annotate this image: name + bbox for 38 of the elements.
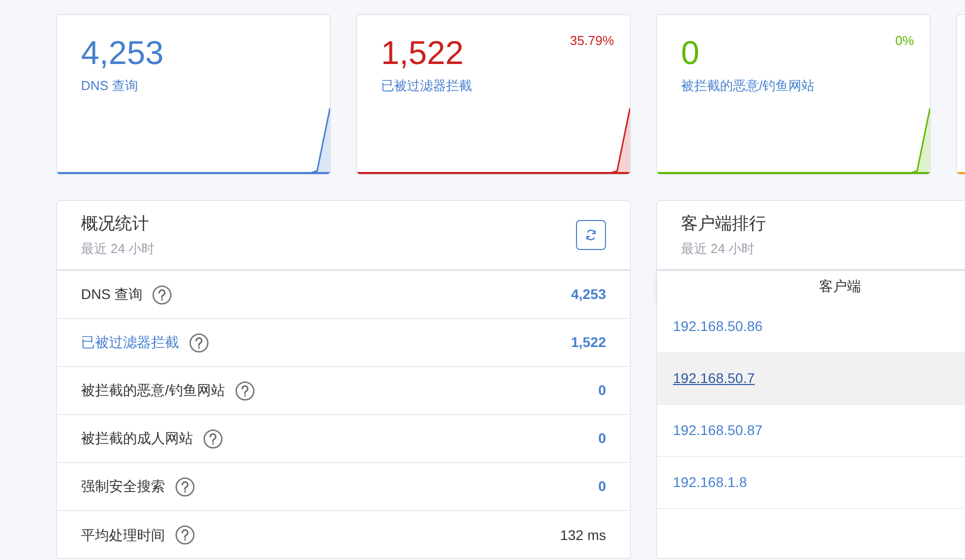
panel-title: 客户端排行 — [681, 213, 767, 235]
percent-label: 35.79% — [570, 32, 614, 50]
help-icon[interactable] — [175, 476, 195, 496]
stat-row-label: DNS 查询 — [81, 285, 142, 304]
stat-row-value: 0 — [598, 429, 606, 448]
client-row[interactable]: 192.168.50.7 — [657, 353, 965, 405]
stat-row-value: 1,522 — [570, 333, 606, 352]
stat-value: 4,253 — [81, 33, 164, 73]
stat-row-label: 平均处理时间 — [81, 526, 165, 544]
stat-row-label: 强制安全搜索 — [81, 477, 165, 496]
stat-row-value: 0 — [598, 381, 606, 400]
help-icon[interactable] — [234, 380, 255, 400]
client-link[interactable]: 192.168.1.8 — [673, 472, 747, 493]
stat-row-label: 被拦截的成人网站 — [81, 429, 193, 448]
panel-subtitle: 最近 24 小时 — [681, 240, 756, 258]
percent-label: 0% — [895, 32, 914, 50]
column-header: 客户端 — [657, 271, 965, 301]
stat-row-label: 被拦截的恶意/钓鱼网站 — [81, 381, 225, 400]
client-link[interactable]: 192.168.50.86 — [673, 316, 763, 337]
stat-label: 已被过滤器拦截 — [381, 77, 472, 95]
client-link[interactable]: 192.168.50.7 — [673, 368, 755, 389]
refresh-button[interactable] — [576, 220, 606, 250]
panel-subtitle: 最近 24 小时 — [81, 240, 155, 258]
help-icon[interactable] — [152, 284, 172, 304]
stat-value: 0 — [681, 33, 700, 73]
stat-row-value: 0 — [598, 477, 606, 496]
help-icon[interactable] — [189, 332, 209, 352]
stat-label: 被拦截的恶意/钓鱼网站 — [681, 77, 815, 95]
stat-row-value: 4,253 — [570, 285, 606, 304]
help-icon[interactable] — [175, 525, 195, 545]
stat-value: 1,522 — [381, 33, 464, 73]
panel-title: 概况统计 — [81, 213, 150, 235]
stat-row-value: 132 ms — [560, 526, 606, 544]
refresh-icon — [585, 229, 597, 241]
client-link[interactable]: 192.168.50.87 — [673, 420, 763, 441]
help-icon[interactable] — [203, 428, 223, 448]
stat-row-label[interactable]: 已被过滤器拦截 — [81, 332, 179, 353]
stat-label: DNS 查询 — [81, 77, 138, 95]
